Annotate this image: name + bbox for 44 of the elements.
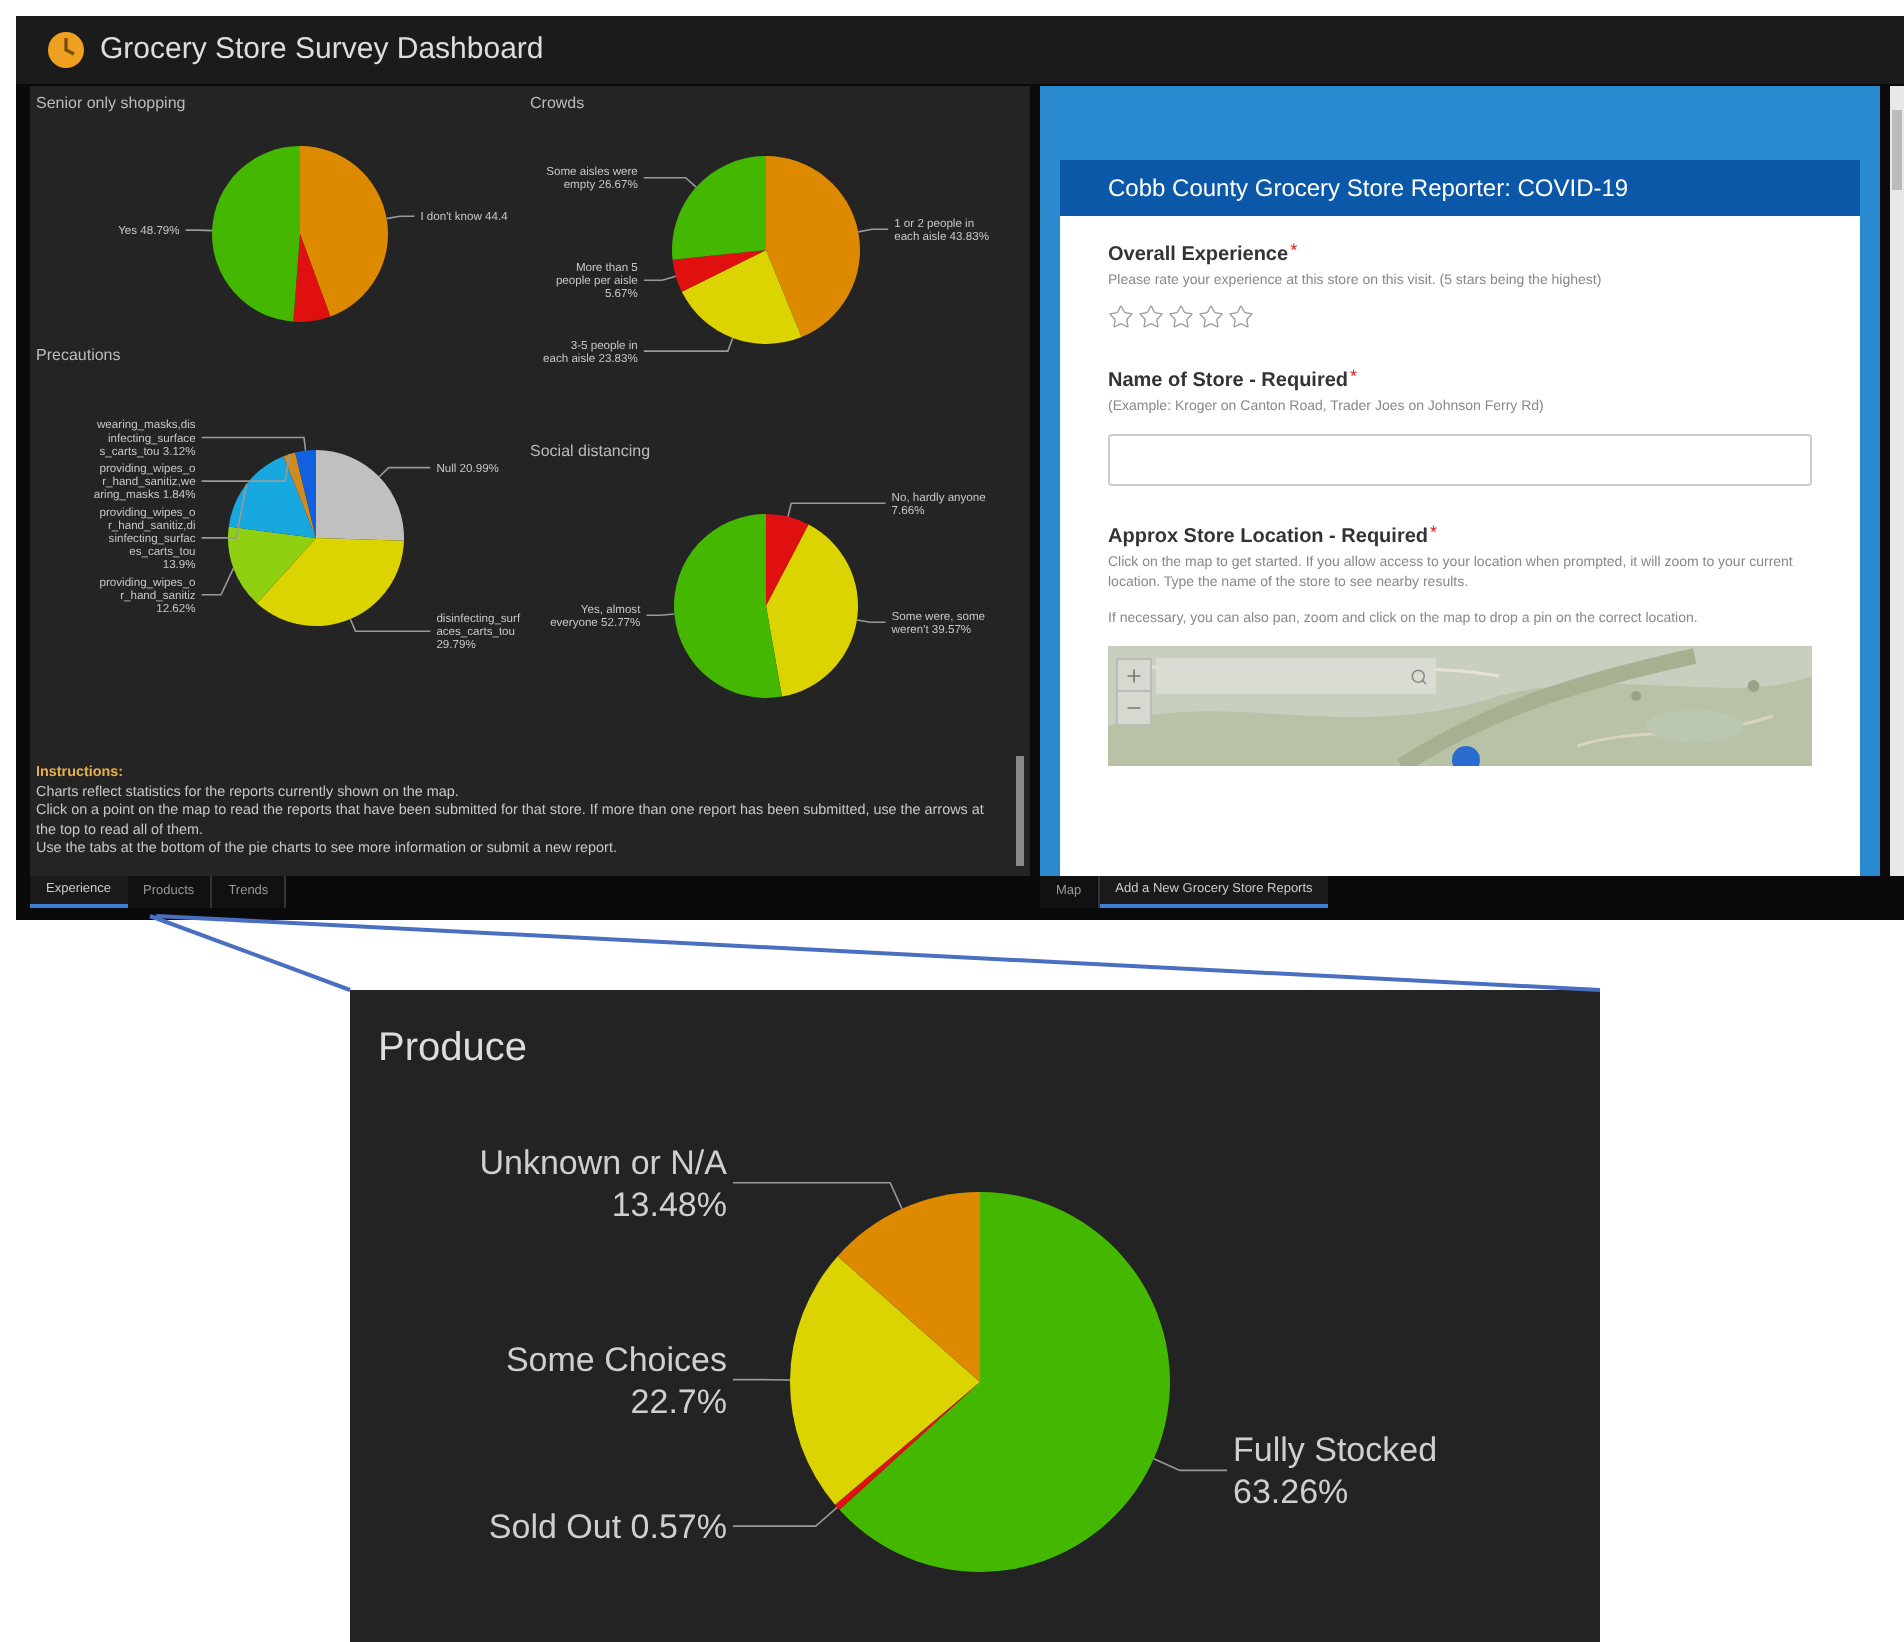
form-header: Cobb County Grocery Store Reporter: COVID-19 <box>1060 160 1861 216</box>
star-icon[interactable] <box>1168 304 1194 330</box>
field-label: Overall Experience <box>1108 242 1289 270</box>
leader-line <box>385 215 416 220</box>
scrollbar <box>1016 756 1024 866</box>
input-field[interactable] <box>1108 434 1813 486</box>
plus-icon <box>1124 665 1144 685</box>
star-rating[interactable] <box>1108 304 1254 330</box>
star-icon[interactable] <box>1138 304 1164 330</box>
chart-title: Crowds <box>530 92 587 116</box>
leader-line <box>732 1506 838 1527</box>
leader-line <box>732 1378 791 1381</box>
leader-line <box>857 228 889 233</box>
map-search-field[interactable] <box>1156 658 1436 694</box>
chart-label: Sold Out 0.57% <box>488 1508 727 1546</box>
field-label: Name of Store - Required <box>1108 368 1349 396</box>
logo-icon <box>48 32 84 68</box>
chart-label: Unknown or N/A 13.48% <box>479 1143 727 1224</box>
chart-title: Produce <box>376 1024 529 1074</box>
leader-line <box>645 613 676 616</box>
chart-title: Senior only shopping <box>36 92 188 116</box>
required-mark: * <box>1290 240 1298 260</box>
field-label: Approx Store Location - Required <box>1108 524 1429 552</box>
leader-line <box>787 502 887 518</box>
leader-line <box>643 275 677 281</box>
chart-title: Precautions <box>36 344 123 368</box>
leader-line <box>378 466 432 478</box>
leader-line <box>643 176 697 188</box>
app-title: Grocery Store Survey Dashboard <box>100 29 544 70</box>
leader-line <box>200 567 235 596</box>
star-icon[interactable] <box>1228 304 1254 330</box>
chart-label: Fully Stocked 63.26% <box>1233 1431 1438 1512</box>
leader-line <box>349 618 432 632</box>
chart-title: Social distancing <box>530 440 653 464</box>
leader-line <box>184 229 213 232</box>
required-mark: * <box>1430 522 1438 542</box>
required-mark: * <box>1350 366 1358 386</box>
leader-line <box>856 619 887 623</box>
leader-line <box>643 337 734 352</box>
star-icon[interactable] <box>1198 304 1224 330</box>
search-icon <box>1410 667 1428 685</box>
star-icon[interactable] <box>1108 304 1134 330</box>
chart-label: Some Choices 22.7% <box>505 1340 727 1421</box>
leader-line <box>1152 1458 1228 1472</box>
